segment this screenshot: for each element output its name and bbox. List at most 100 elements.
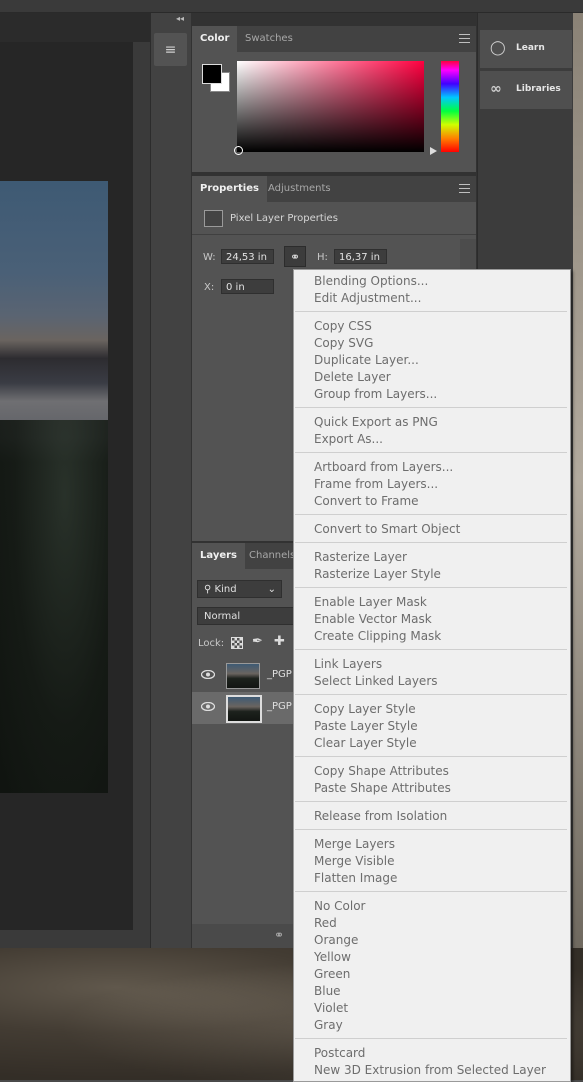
learn-label: Learn	[516, 43, 545, 53]
menu-item[interactable]: Enable Vector Mask	[314, 611, 432, 628]
blend-mode-select[interactable]: Normal	[197, 607, 297, 625]
menu-item[interactable]: Group from Layers...	[314, 386, 437, 403]
divider	[192, 234, 476, 235]
color-picker-cursor[interactable]	[234, 146, 243, 155]
menu-item[interactable]: Blue	[314, 983, 341, 1000]
menu-item[interactable]: Link Layers	[314, 656, 382, 673]
panel-dock-strip	[150, 13, 191, 948]
menu-item[interactable]: Artboard from Layers...	[314, 459, 453, 476]
menu-item[interactable]: Paste Shape Attributes	[314, 780, 451, 797]
hue-slider[interactable]	[441, 61, 459, 152]
tab-adjustments[interactable]: Adjustments	[260, 176, 339, 202]
menu-separator	[295, 829, 567, 830]
history-icon: ≡	[164, 41, 177, 58]
height-label: H:	[317, 252, 328, 263]
menu-item[interactable]: Select Linked Layers	[314, 673, 438, 690]
menu-item[interactable]: Rasterize Layer Style	[314, 566, 441, 583]
menu-item[interactable]: Copy Layer Style	[314, 701, 416, 718]
menu-separator	[295, 756, 567, 757]
menu-item[interactable]: Gray	[314, 1017, 343, 1034]
collapse-dock-icon[interactable]: ◂◂	[176, 14, 184, 23]
lock-label: Lock:	[198, 638, 225, 649]
menu-separator	[295, 694, 567, 695]
menu-item[interactable]: Orange	[314, 932, 358, 949]
link-layers-icon[interactable]: ⚭	[274, 928, 284, 942]
menu-item[interactable]: New 3D Extrusion from Selected Layer	[314, 1062, 546, 1079]
menu-separator	[295, 452, 567, 453]
history-panel-button[interactable]: ≡	[154, 33, 187, 66]
menu-separator	[295, 1038, 567, 1039]
lock-position-icon[interactable]: ✚	[274, 634, 285, 649]
desktop-background-edge	[573, 13, 583, 948]
document-status-bar	[0, 930, 150, 948]
layer-context-menu: Blending Options... Edit Adjustment... Cop…	[293, 269, 571, 1082]
menu-item[interactable]: Release from Isolation	[314, 808, 447, 825]
menu-item[interactable]: Red	[314, 915, 337, 932]
foreground-color-swatch[interactable]	[202, 64, 222, 84]
menu-item[interactable]: Blending Options...	[314, 273, 428, 290]
libraries-panel-button[interactable]: ∞ Libraries	[480, 71, 572, 109]
menu-item[interactable]: Export As...	[314, 431, 383, 448]
menu-item[interactable]: Rasterize Layer	[314, 549, 407, 566]
menu-separator	[295, 311, 567, 312]
document-vertical-scrollbar[interactable]	[133, 42, 150, 930]
menu-separator	[295, 801, 567, 802]
menu-separator	[295, 514, 567, 515]
color-panel-tabbar: Color Swatches	[192, 26, 476, 52]
x-field[interactable]: 0 in	[221, 279, 274, 294]
layer-name: _PGP	[267, 701, 292, 712]
menu-item[interactable]: Frame from Layers...	[314, 476, 438, 493]
menu-item[interactable]: Edit Adjustment...	[314, 290, 421, 307]
menu-separator	[295, 587, 567, 588]
panel-menu-icon[interactable]	[459, 34, 470, 43]
menu-item[interactable]: Enable Layer Mask	[314, 594, 427, 611]
libraries-label: Libraries	[516, 84, 561, 94]
menu-item[interactable]: Delete Layer	[314, 369, 391, 386]
menu-separator	[295, 891, 567, 892]
tab-properties[interactable]: Properties	[192, 176, 267, 202]
menu-separator	[295, 542, 567, 543]
menu-item[interactable]: Violet	[314, 1000, 348, 1017]
link-icon: ⚭	[289, 249, 301, 264]
menu-item[interactable]: Convert to Frame	[314, 493, 419, 510]
properties-title: Pixel Layer Properties	[230, 213, 338, 224]
tab-swatches[interactable]: Swatches	[237, 26, 301, 52]
menu-item[interactable]: Flatten Image	[314, 870, 397, 887]
hue-slider-handle[interactable]	[430, 147, 437, 155]
learn-panel-button[interactable]: ◯ Learn	[480, 30, 572, 68]
layer-thumbnail	[226, 663, 260, 689]
menu-item[interactable]: Paste Layer Style	[314, 718, 418, 735]
menu-item[interactable]: Quick Export as PNG	[314, 414, 438, 431]
menu-item[interactable]: Green	[314, 966, 350, 983]
width-field[interactable]: 24,53 in	[221, 249, 274, 264]
panel-menu-icon[interactable]	[459, 184, 470, 193]
menu-item[interactable]: Merge Visible	[314, 853, 394, 870]
menu-item[interactable]: Convert to Smart Object	[314, 521, 460, 538]
menu-item[interactable]: Duplicate Layer...	[314, 352, 419, 369]
height-field[interactable]: 16,37 in	[334, 249, 387, 264]
color-panel: Color Swatches	[192, 26, 476, 172]
menu-item[interactable]: No Color	[314, 898, 365, 915]
menu-item[interactable]: Copy CSS	[314, 318, 372, 335]
menu-item[interactable]: Clear Layer Style	[314, 735, 417, 752]
menu-item[interactable]: Merge Layers	[314, 836, 395, 853]
lock-transparent-pixels-icon[interactable]	[231, 637, 243, 649]
creative-cloud-icon: ∞	[490, 81, 502, 97]
color-picker-field[interactable]	[237, 61, 424, 152]
properties-panel-tabbar: Properties Adjustments	[192, 176, 476, 202]
menu-item[interactable]: Copy Shape Attributes	[314, 763, 449, 780]
pixel-layer-icon	[204, 210, 223, 227]
layer-filter-select[interactable]: ⚲ Kind ⌄	[197, 580, 282, 598]
menu-item[interactable]: Postcard	[314, 1045, 365, 1062]
visibility-eye-icon[interactable]	[201, 670, 215, 679]
tab-color[interactable]: Color	[192, 26, 238, 52]
link-dimensions-button[interactable]: ⚭	[284, 246, 306, 267]
menu-item[interactable]: Yellow	[314, 949, 351, 966]
menu-item[interactable]: Copy SVG	[314, 335, 373, 352]
lock-image-pixels-icon[interactable]: ✒	[252, 634, 263, 649]
menu-separator	[295, 407, 567, 408]
visibility-eye-icon[interactable]	[201, 702, 215, 711]
tab-layers[interactable]: Layers	[192, 543, 245, 569]
menu-item[interactable]: Create Clipping Mask	[314, 628, 441, 645]
menu-separator	[295, 649, 567, 650]
